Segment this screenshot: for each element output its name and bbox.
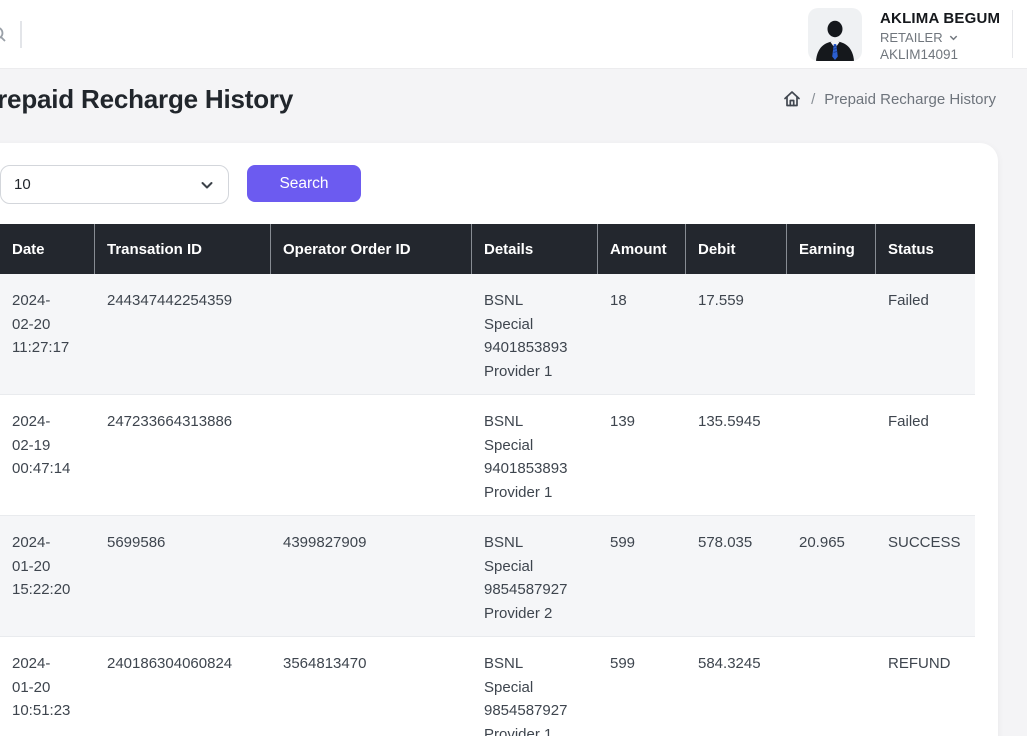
- search-button[interactable]: Search: [247, 165, 361, 202]
- breadcrumb: / Prepaid Recharge History: [782, 89, 996, 109]
- divider: [20, 21, 22, 48]
- column-header-date: Date: [0, 224, 95, 274]
- page-title: Prepaid Recharge History: [0, 84, 293, 115]
- column-header-debit: Debit: [686, 224, 787, 274]
- breadcrumb-current: Prepaid Recharge History: [824, 91, 996, 108]
- cell-debit: 135.5945: [686, 395, 787, 516]
- table-controls: 10 Search: [0, 165, 974, 204]
- cell-date: 2024- 02-19 00:47:14: [0, 395, 95, 516]
- column-header-operator-order-id: Operator Order ID: [271, 224, 472, 274]
- cell-amount: 599: [598, 516, 686, 637]
- user-menu[interactable]: AKLIMA BEGUM RETAILER AKLIM14091: [808, 8, 1000, 62]
- avatar: [808, 8, 862, 61]
- column-header-earning: Earning: [787, 224, 876, 274]
- user-role-label: RETAILER: [880, 30, 943, 45]
- top-navbar: AKLIMA BEGUM RETAILER AKLIM14091: [0, 0, 1027, 69]
- cell-earning: [787, 637, 876, 736]
- cell-operator-order-id: 3564813470: [271, 637, 472, 736]
- table-header: Date Transation ID Operator Order ID Det…: [0, 224, 975, 274]
- cell-debit: 584.3245: [686, 637, 787, 736]
- cell-debit: 17.559: [686, 274, 787, 395]
- search-icon[interactable]: [0, 25, 7, 43]
- table-row: 2024- 02-19 00:47:14 247233664313886 BSN…: [0, 395, 975, 516]
- column-header-details: Details: [472, 224, 598, 274]
- cell-status: Failed: [876, 274, 975, 395]
- cell-earning: [787, 274, 876, 395]
- page-size-value: 10: [14, 176, 31, 193]
- recharge-history-table: Date Transation ID Operator Order ID Det…: [0, 224, 975, 736]
- column-header-transaction-id: Transation ID: [95, 224, 271, 274]
- user-role[interactable]: RETAILER: [880, 30, 1000, 45]
- page-size-select[interactable]: 10: [0, 165, 229, 204]
- table-row: 2024- 01-20 15:22:20 5699586 4399827909 …: [0, 516, 975, 637]
- table-row: 2024- 02-20 11:27:17 244347442254359 BSN…: [0, 274, 975, 395]
- chevron-down-icon: [948, 32, 959, 43]
- table-row: 2024- 01-20 10:51:23 240186304060824 356…: [0, 637, 975, 736]
- cell-debit: 578.035: [686, 516, 787, 637]
- cell-details: BSNL Special 9854587927 Provider 2: [472, 516, 598, 637]
- chevron-down-icon: [199, 177, 215, 193]
- column-header-amount: Amount: [598, 224, 686, 274]
- cell-status: REFUND: [876, 637, 975, 736]
- user-name: AKLIMA BEGUM: [880, 10, 1000, 27]
- cell-amount: 18: [598, 274, 686, 395]
- cell-details: BSNL Special 9401853893 Provider 1: [472, 274, 598, 395]
- cell-amount: 599: [598, 637, 686, 736]
- cell-operator-order-id: [271, 274, 472, 395]
- cell-details: BSNL Special 9401853893 Provider 1: [472, 395, 598, 516]
- cell-date: 2024- 01-20 15:22:20: [0, 516, 95, 637]
- cell-transaction-id: 5699586: [95, 516, 271, 637]
- cell-details: BSNL Special 9854587927 Provider 1: [472, 637, 598, 736]
- column-header-status: Status: [876, 224, 975, 274]
- breadcrumb-separator: /: [811, 91, 815, 108]
- cell-operator-order-id: 4399827909: [271, 516, 472, 637]
- home-icon[interactable]: [782, 89, 802, 109]
- cell-amount: 139: [598, 395, 686, 516]
- page-head: Prepaid Recharge History / Prepaid Recha…: [0, 69, 1027, 143]
- cell-earning: 20.965: [787, 516, 876, 637]
- divider: [1012, 10, 1013, 58]
- user-info: AKLIMA BEGUM RETAILER AKLIM14091: [880, 8, 1000, 62]
- content-card: 10 Search Date Transation ID Operator Or…: [0, 143, 998, 736]
- cell-status: Failed: [876, 395, 975, 516]
- cell-transaction-id: 244347442254359: [95, 274, 271, 395]
- user-id: AKLIM14091: [880, 47, 1000, 62]
- cell-date: 2024- 02-20 11:27:17: [0, 274, 95, 395]
- cell-status: SUCCESS: [876, 516, 975, 637]
- cell-transaction-id: 247233664313886: [95, 395, 271, 516]
- cell-transaction-id: 240186304060824: [95, 637, 271, 736]
- cell-operator-order-id: [271, 395, 472, 516]
- cell-earning: [787, 395, 876, 516]
- cell-date: 2024- 01-20 10:51:23: [0, 637, 95, 736]
